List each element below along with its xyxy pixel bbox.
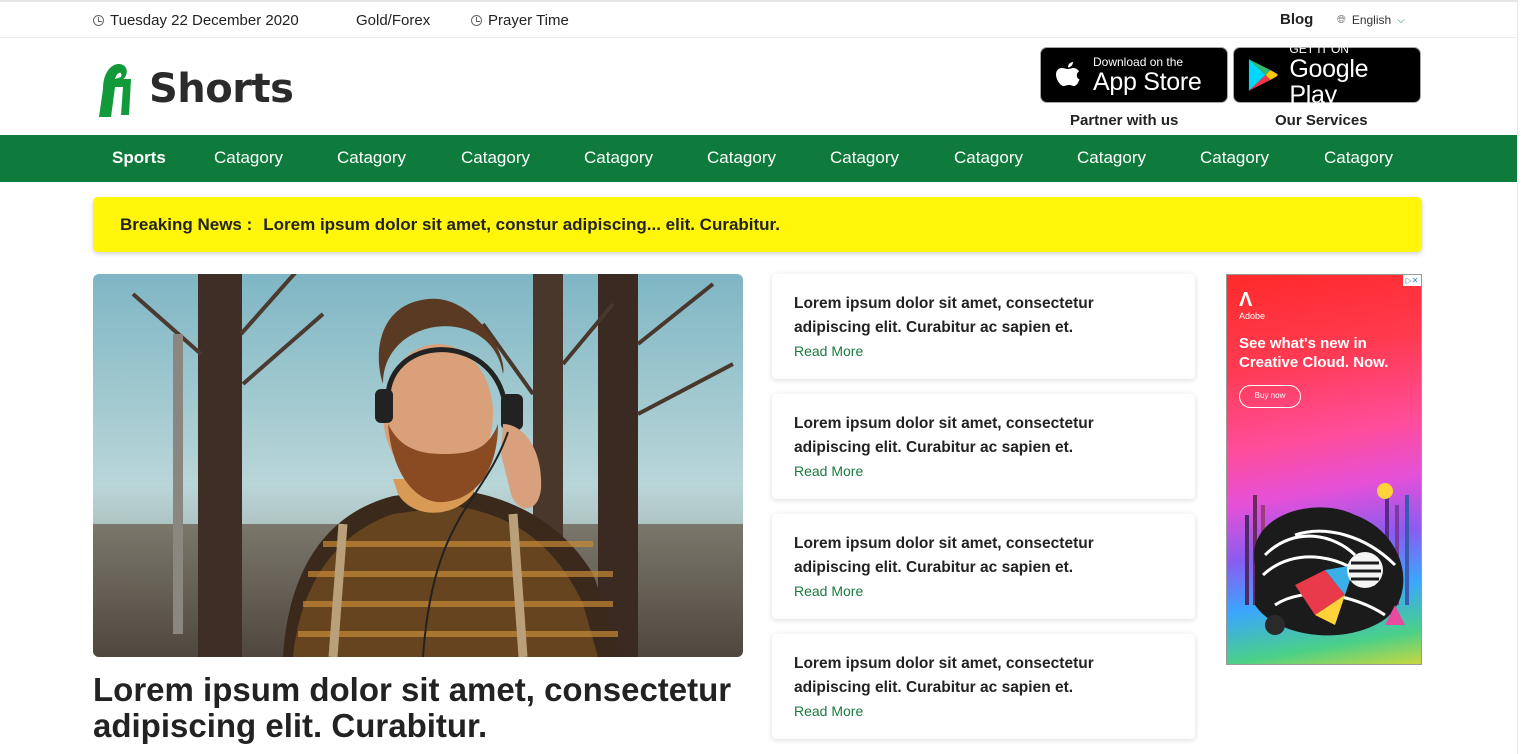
ad-artwork	[1245, 483, 1409, 636]
nav-item-category[interactable]: Catagory	[954, 148, 1023, 168]
breaking-news-bar[interactable]: Breaking News : Lorem ipsum dolor sit am…	[93, 197, 1422, 252]
nav-item-category[interactable]: Catagory	[337, 148, 406, 168]
top-bar: Tuesday 22 December 2020 Gold/Forex Pray…	[0, 2, 1517, 38]
news-card-title: Lorem ipsum dolor sit amet, consectetur …	[794, 415, 1094, 456]
nav-item-category[interactable]: Catagory	[707, 148, 776, 168]
breaking-news-label: Breaking News :	[120, 214, 253, 234]
apple-icon	[1056, 62, 1080, 86]
gold-forex-label: Gold/Forex	[356, 12, 431, 29]
nav-item-category[interactable]: Catagory	[830, 148, 899, 168]
news-card[interactable]: Lorem ipsum dolor sit amet, consectetur …	[772, 514, 1195, 619]
news-card[interactable]: Lorem ipsum dolor sit amet, consectetur …	[772, 634, 1195, 739]
breaking-news-text: Lorem ipsum dolor sit amet, constur adip…	[263, 214, 780, 234]
translate-icon: 🌐︎	[1337, 13, 1346, 26]
prayer-time-label: Prayer Time	[488, 12, 569, 29]
logo-text: Shorts	[149, 66, 294, 112]
news-card-title: Lorem ipsum dolor sit amet, consectetur …	[794, 295, 1094, 336]
page: Tuesday 22 December 2020 Gold/Forex Pray…	[0, 0, 1517, 754]
news-card-title: Lorem ipsum dolor sit amet, consectetur …	[794, 535, 1094, 576]
google-play-small: GET IT ON	[1289, 41, 1349, 56]
gold-forex-link[interactable]: Gold/Forex	[356, 12, 430, 29]
prayer-time-link[interactable]: Prayer Time	[471, 12, 569, 29]
logo-mark-icon	[99, 64, 131, 117]
news-card[interactable]: Lorem ipsum dolor sit amet, consectetur …	[772, 274, 1195, 379]
nav-item-category[interactable]: Catagory	[214, 148, 283, 168]
adobe-logo-icon: Λ	[1239, 289, 1253, 311]
ad-headline: See what's new in Creative Cloud. Now.	[1239, 335, 1389, 371]
services-link[interactable]: Our Services	[1275, 112, 1368, 129]
clock-icon	[93, 15, 104, 26]
read-more-link[interactable]: Read More	[794, 463, 863, 479]
blog-link[interactable]: Blog	[1280, 11, 1313, 28]
ad-brand: Adobe	[1239, 311, 1266, 321]
google-play-big: Google Play	[1289, 54, 1369, 109]
nav-item-category[interactable]: Catagory	[1324, 148, 1393, 168]
site-logo[interactable]: Shorts	[93, 59, 294, 119]
clock-icon	[471, 15, 482, 26]
chevron-down-icon: ⌵	[1397, 14, 1405, 26]
advertisement[interactable]: ▷✕ Λ Adobe See what's new in Creative Cl…	[1226, 274, 1422, 665]
hero-title[interactable]: Lorem ipsum dolor sit amet, consectetur …	[93, 672, 773, 744]
main-nav: Sports Catagory Catagory Catagory Catago…	[0, 135, 1517, 182]
nav-item-category[interactable]: Catagory	[1077, 148, 1146, 168]
scrollbar[interactable]	[1517, 0, 1535, 754]
google-play-button[interactable]: GET IT ON Google Play	[1233, 42, 1421, 108]
partner-link[interactable]: Partner with us	[1070, 112, 1178, 129]
app-store-big: App Store	[1093, 67, 1202, 96]
read-more-link[interactable]: Read More	[794, 583, 863, 599]
nav-item-category[interactable]: Catagory	[1200, 148, 1269, 168]
app-store-small: Download on the	[1093, 54, 1184, 69]
read-more-link[interactable]: Read More	[794, 343, 863, 359]
app-store-button[interactable]: Download on the App Store	[1040, 47, 1228, 103]
language-selector[interactable]: 🌐︎ English ⌵	[1337, 13, 1405, 27]
date-text: Tuesday 22 December 2020	[110, 12, 299, 29]
ad-buy-button[interactable]: Buy now	[1239, 385, 1301, 408]
news-card-title: Lorem ipsum dolor sit amet, consectetur …	[794, 655, 1094, 696]
hero-image[interactable]	[93, 274, 743, 657]
nav-item-category[interactable]: Catagory	[461, 148, 530, 168]
nav-item-category[interactable]: Catagory	[584, 148, 653, 168]
ad-choices-icon[interactable]: ▷✕	[1403, 275, 1421, 286]
date-item: Tuesday 22 December 2020	[93, 12, 299, 29]
hero-photo	[93, 274, 743, 657]
language-label: English	[1351, 13, 1392, 27]
nav-item-sports[interactable]: Sports	[112, 148, 166, 168]
google-play-icon	[1248, 59, 1278, 91]
news-card[interactable]: Lorem ipsum dolor sit amet, consectetur …	[772, 394, 1195, 499]
read-more-link[interactable]: Read More	[794, 703, 863, 719]
